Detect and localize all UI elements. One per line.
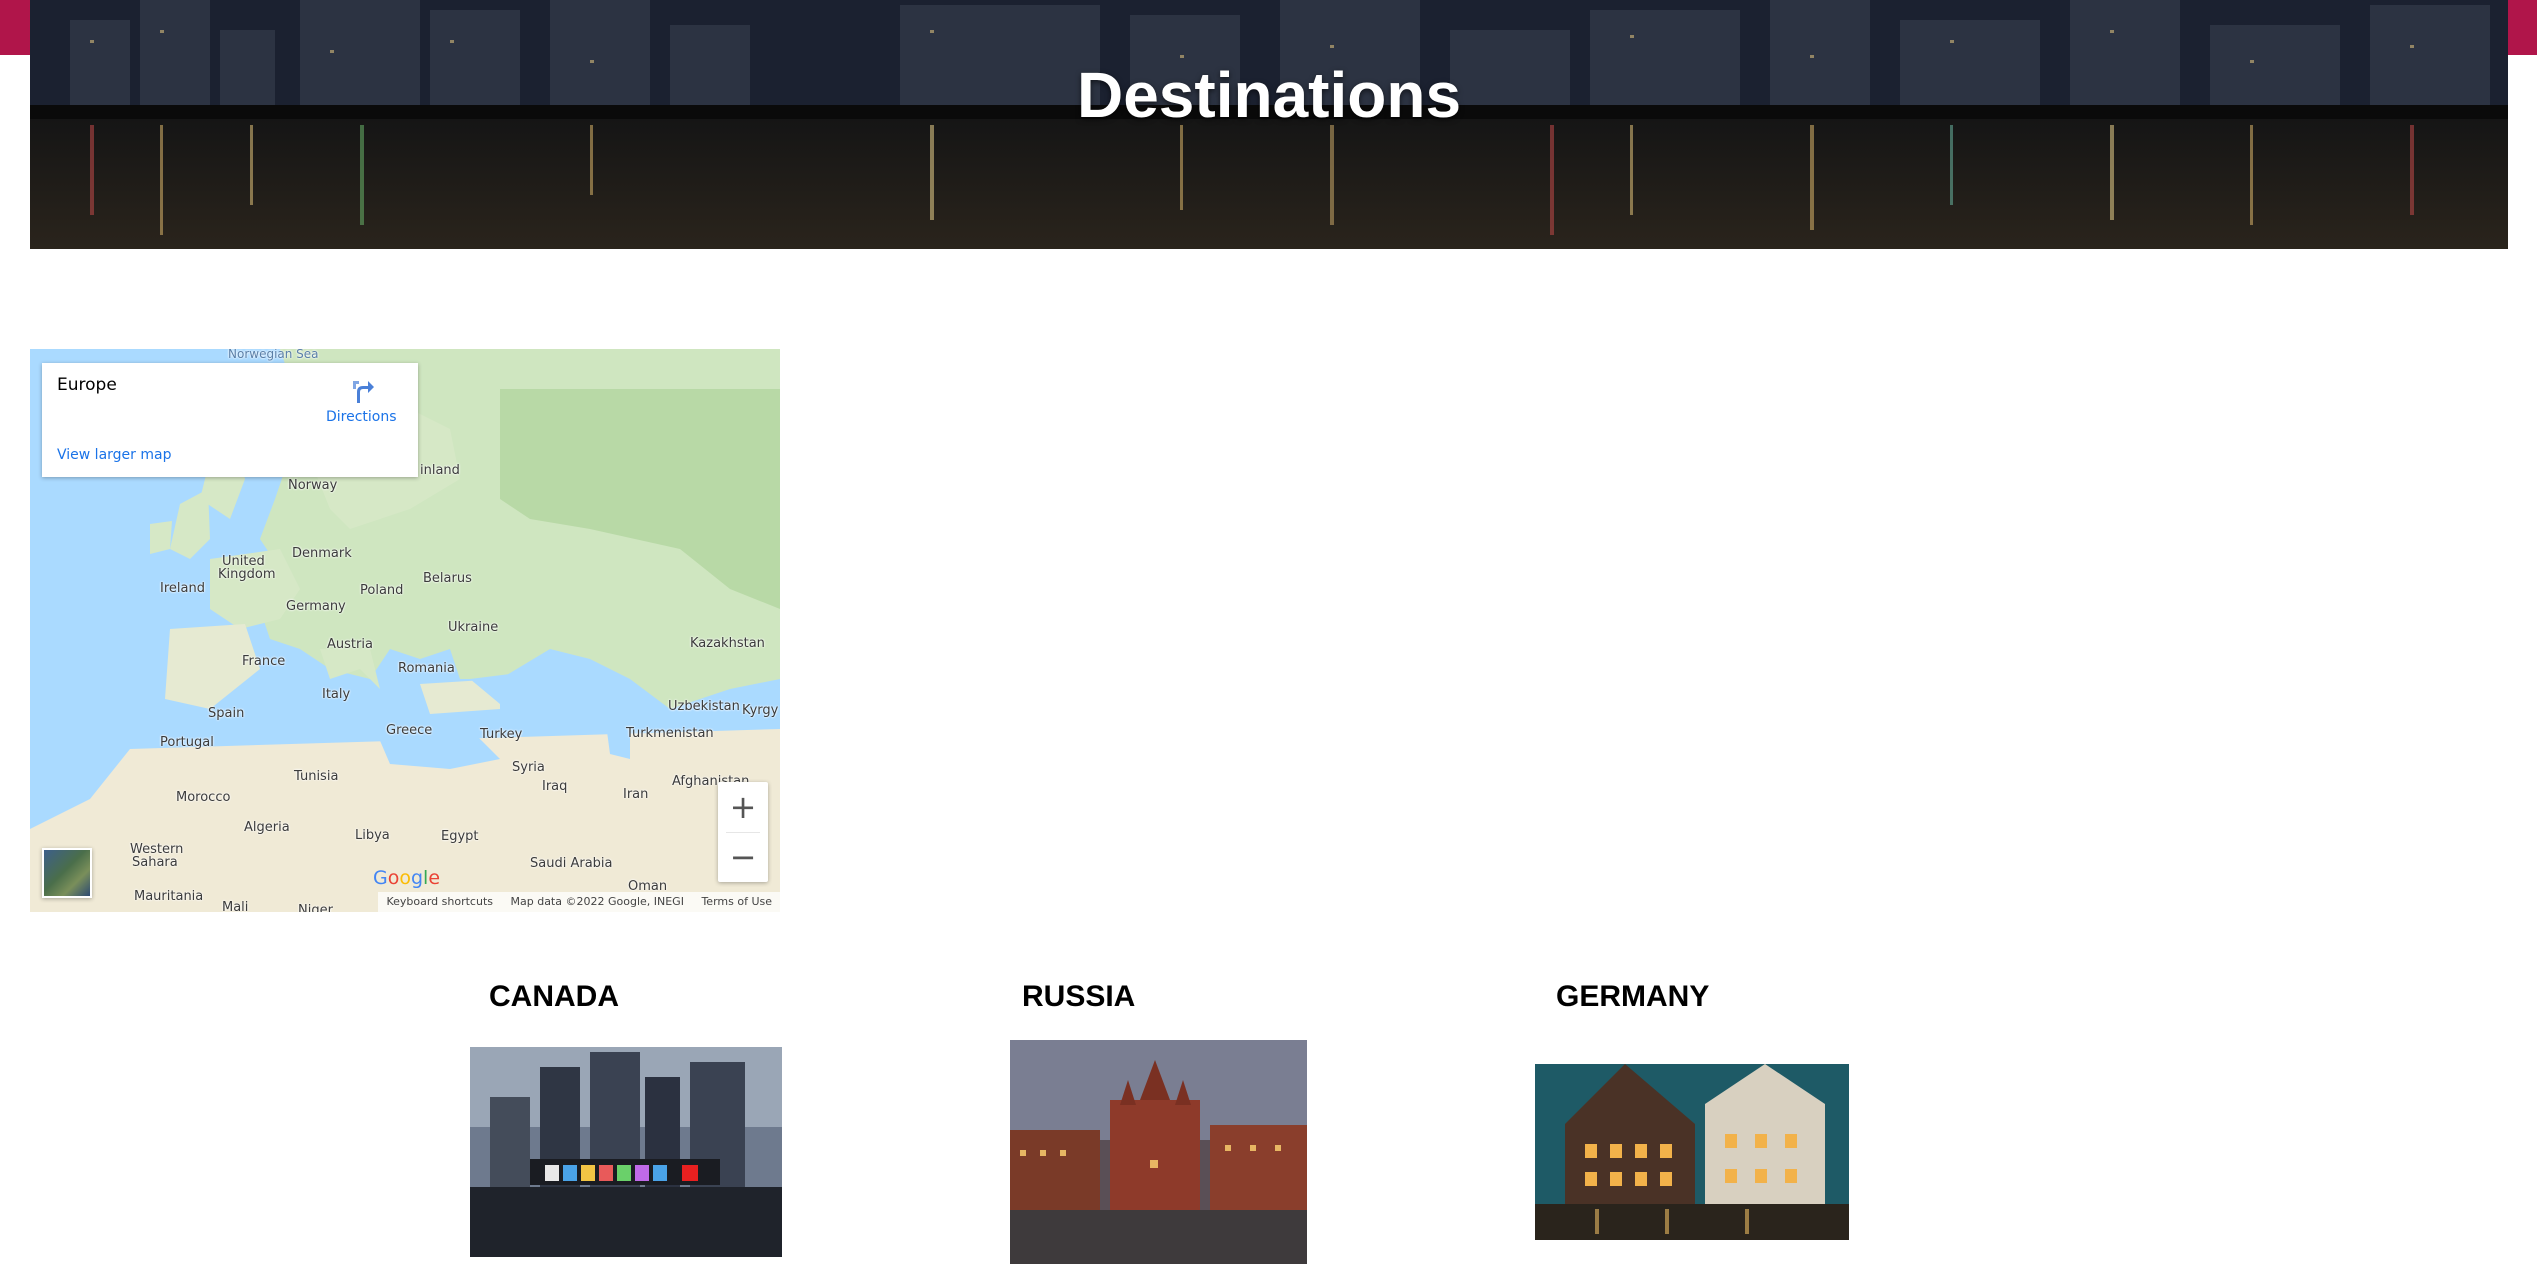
map-label: Iran [623,787,649,802]
map-place-name: Europe [57,375,117,395]
map-label: Romania [398,661,455,676]
map-label: Greece [386,723,433,738]
map-label: Kazakhstan [690,636,765,651]
map-label: Ukraine [448,620,499,635]
map-label: Algeria [244,820,290,835]
map-data-attribution: Map data ©2022 Google, INEGI [510,895,684,908]
directions-label: Directions [326,409,397,425]
map-label: Uzbekistan [668,699,740,714]
map-label: Poland [360,583,404,598]
map-label: Mali [222,900,249,912]
map-label: Syria [512,760,545,775]
destination-heading-canada: CANADA [489,980,619,1013]
map-label: Sahara [132,855,178,870]
destination-heading-russia: RUSSIA [1022,980,1136,1013]
map-label: Morocco [176,790,231,805]
map-label: Portugal [160,735,214,750]
map-label: Norway [288,478,338,493]
map-label: inland [420,463,460,478]
page-title: Destinations [1076,59,1462,131]
map-label: Turkmenistan [626,726,714,741]
keyboard-shortcuts-link[interactable]: Keyboard shortcuts [386,895,493,908]
directions-icon [353,381,374,403]
destination-image-germany [1535,1064,1849,1240]
map-label: Libya [355,828,390,843]
map-label: Iraq [542,779,568,794]
map-footer: Keyboard shortcuts Map data ©2022 Google… [378,892,780,912]
map-label: Germany [286,599,346,614]
hero-banner: Destinations [30,0,2508,249]
map-label: Ireland [160,581,205,596]
map-label: Saudi Arabia [530,856,613,871]
map-label: Austria [327,637,373,652]
zoom-in-button[interactable]: + [718,782,768,832]
directions-button[interactable]: Directions [326,377,397,429]
map-info-card: Europe Directions View larger map [42,363,418,477]
google-logo: Google [373,867,441,889]
destination-image-canada [470,1047,782,1257]
zoom-control: + − [718,782,768,882]
map-label: Spain [208,706,245,721]
map-label: France [242,654,286,669]
map-label: Turkey [480,727,523,742]
map-label: Niger [298,903,333,912]
terms-of-use-link[interactable]: Terms of Use [701,895,772,908]
zoom-out-button[interactable]: − [718,832,768,882]
view-larger-map-link[interactable]: View larger map [57,447,171,463]
map-label: Norwegian Sea [228,349,319,361]
destination-heading-germany: GERMANY [1556,980,1710,1013]
destination-image-russia [1010,1040,1307,1264]
map-label: Mauritania [134,889,204,904]
map-label: Kyrgy [742,703,779,718]
map-label: Egypt [441,829,479,844]
map-label: Kingdom [218,567,276,582]
map-label: Belarus [423,571,472,586]
map-label: Tunisia [294,769,339,784]
satellite-layer-toggle[interactable] [42,848,92,898]
map-label: Italy [322,687,351,702]
map-embed[interactable]: Norwegian Sea inland Norway Denmark Unit… [30,349,780,912]
map-label: Denmark [292,546,352,561]
